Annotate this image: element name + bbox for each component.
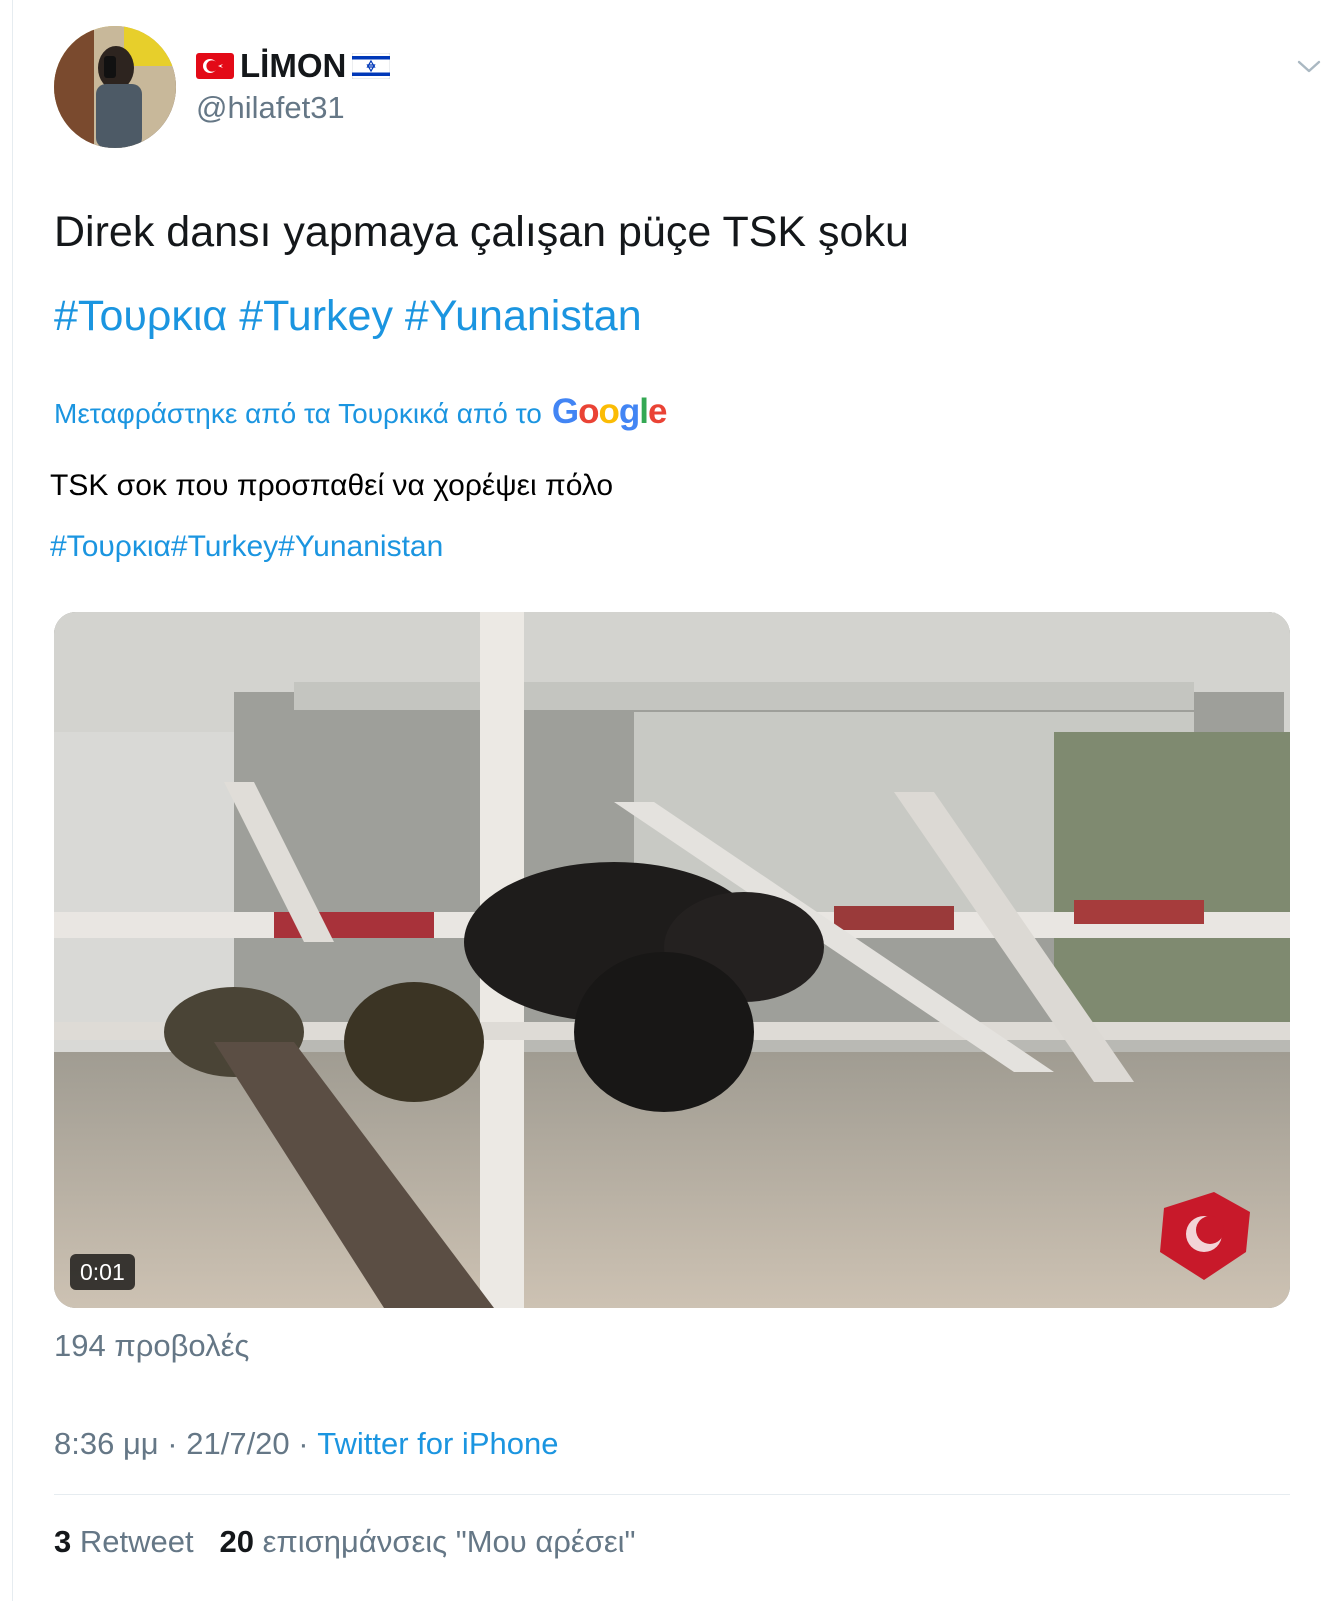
display-name[interactable]: LİMON: [196, 46, 391, 86]
turkey-flag-icon: [196, 53, 234, 79]
video-thumbnail: [54, 612, 1290, 1308]
tweet-metadata: 8:36 μμ · 21/7/20 · Twitter for iPhone: [54, 1424, 558, 1464]
user-handle[interactable]: @hilafet31: [196, 88, 345, 128]
hashtag-link[interactable]: #Τουρκια: [54, 292, 227, 340]
tweet-source-link[interactable]: Twitter for iPhone: [317, 1426, 558, 1461]
meta-separator: ·: [289, 1426, 318, 1461]
display-name-text: LİMON: [240, 47, 347, 84]
tweet-card: LİMON @hilafet31 Direk dansı yapmaya çal…: [50, 0, 1324, 1601]
engagement-stats: 3 Retweet 20 επισημάνσεις "Μου αρέσει": [54, 1522, 636, 1562]
retweet-label: Retweet: [79, 1524, 194, 1559]
tweet-date[interactable]: 21/7/20: [186, 1426, 289, 1461]
israel-flag-icon: [352, 53, 391, 79]
google-logo: Google: [551, 392, 668, 431]
translated-hashtags[interactable]: #Τουρκια#Turkey#Yunanistan: [50, 527, 443, 567]
hashtag-link[interactable]: #Yunanistan: [405, 292, 642, 340]
avatar[interactable]: [54, 26, 176, 148]
translated-text: TSK σοκ που προσπαθεί να χορέψει πόλο: [50, 469, 614, 502]
translation-attribution[interactable]: Μεταφράστηκε από τα Τουρκικά από το Goog…: [54, 392, 668, 434]
timeline-border: [12, 0, 13, 1601]
meta-separator: ·: [158, 1426, 187, 1461]
retweets-stat[interactable]: 3 Retweet: [54, 1524, 194, 1559]
tweet-time[interactable]: 8:36 μμ: [54, 1426, 159, 1461]
hashtag-link[interactable]: #Turkey: [239, 292, 393, 340]
video-player[interactable]: 0:01: [54, 612, 1290, 1308]
tweet-hashtags: #Τουρκια #Turkey #Yunanistan: [54, 290, 642, 342]
tweet-text: Direk dansı yapmaya çalışan püçe TSK şok…: [54, 208, 909, 256]
like-label: επισημάνσεις "Μου αρέσει": [262, 1524, 636, 1559]
divider: [54, 1494, 1290, 1495]
chevron-down-icon[interactable]: [1296, 56, 1322, 76]
translation-label: Μεταφράστηκε από τα Τουρκικά από το: [54, 398, 542, 429]
like-count: 20: [219, 1524, 254, 1559]
likes-stat[interactable]: 20 επισημάνσεις "Μου αρέσει": [219, 1524, 635, 1559]
video-duration: 0:01: [70, 1254, 135, 1290]
retweet-count: 3: [54, 1524, 72, 1559]
view-count: 194 προβολές: [54, 1328, 250, 1363]
